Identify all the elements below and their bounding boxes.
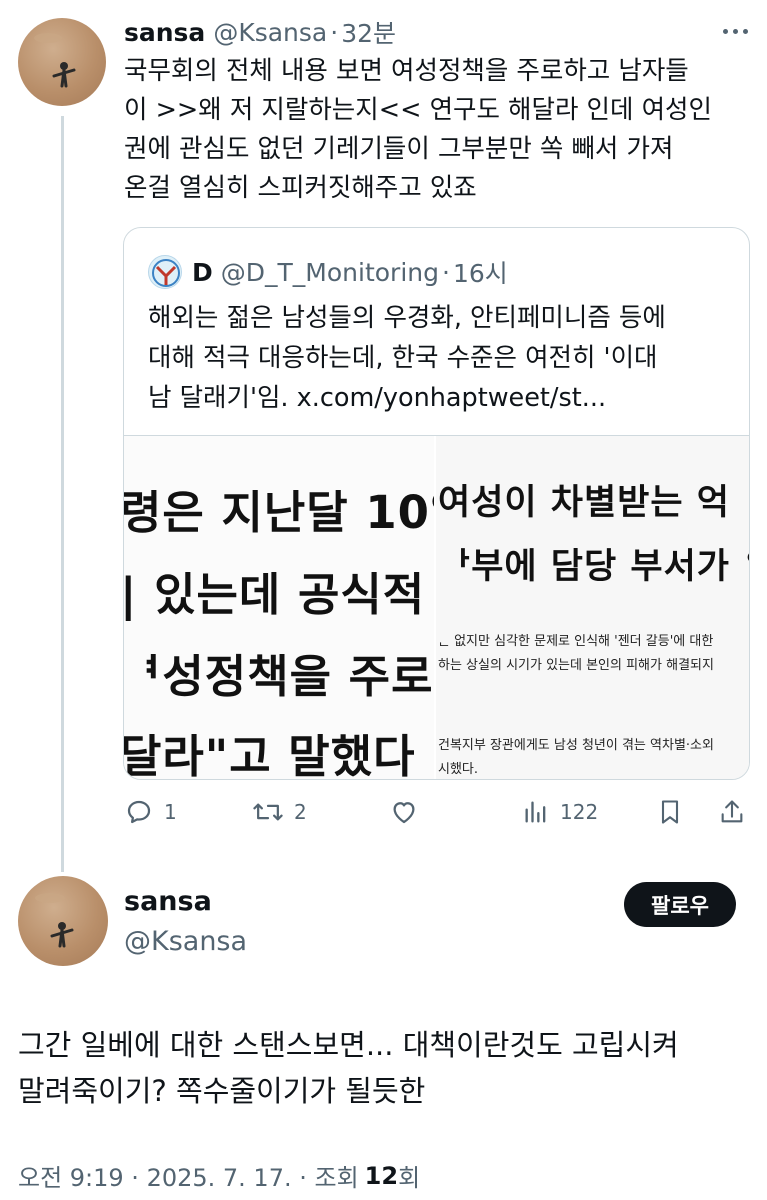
- image-text-line: ᅧ성정책을 주로: [124, 650, 434, 703]
- follow-button[interactable]: 팔로우: [624, 882, 736, 927]
- user-handle[interactable]: @Ksansa: [124, 926, 247, 957]
- like-icon: [393, 802, 415, 824]
- thread-line: [61, 116, 64, 872]
- tweet-header: sansa @Ksansa · 32분: [124, 14, 396, 50]
- image-text-line: ᅡ부에 담당 부서가 ᄋ: [438, 547, 750, 587]
- quote-header: D @D_T_Monitoring · 16시: [148, 254, 508, 290]
- reply-count: 1: [164, 800, 177, 824]
- tweet-actions: 1 2 122: [124, 792, 754, 832]
- views-suffix: 회: [398, 1164, 421, 1192]
- user-handle[interactable]: @Ksansa: [213, 18, 327, 47]
- bookmark-button[interactable]: [656, 792, 684, 832]
- tweet-text: 그간 일베에 대한 스탠스보면... 대책이란것도 고립시켜 말려죽이기? 쪽수…: [18, 1028, 679, 1108]
- image-text-line: 하는 상실의 시기가 있는데 본인의 피해가 해결되지: [438, 658, 714, 673]
- image-text-line: ᆫ 없지만 심각한 문제로 인식해 '젠더 갈등'에 대한: [438, 634, 714, 649]
- avatar[interactable]: [18, 876, 108, 966]
- image-text-line: | 있는데 공식적: [124, 568, 426, 621]
- quote-text: 해외는 젊은 남성들의 우경화, 안티페미니즘 등에 대해 적극 대응하는데, …: [148, 303, 666, 413]
- display-name[interactable]: sansa: [124, 886, 212, 917]
- separator-dot: ·: [441, 257, 450, 287]
- views-button[interactable]: 122: [522, 792, 598, 832]
- image-text-line: 시했다.: [438, 762, 479, 777]
- quote-time[interactable]: 16시: [453, 254, 508, 290]
- separator-dot: ·: [330, 17, 339, 47]
- quote-handle[interactable]: @D_T_Monitoring: [221, 258, 439, 287]
- reply-icon: [127, 800, 151, 824]
- image-text-line: 건복지부 장관에게도 남성 청년이 겪는 역차별·소외: [438, 738, 714, 753]
- tweet-text: 국무회의 전체 내용 보면 여성정책을 주로하고 남자들 이 >>왜 저 지랄하…: [124, 56, 712, 203]
- image-text-line: 령은 지난달 10일: [124, 486, 434, 539]
- display-name[interactable]: sansa: [124, 18, 205, 47]
- retweet-button[interactable]: 2: [252, 792, 307, 832]
- tweet-meta: 오전 9:19 · 2025. 7. 17. · 조회 12 회: [18, 1158, 420, 1193]
- avatar[interactable]: [18, 18, 106, 106]
- like-button[interactable]: [388, 792, 430, 832]
- quote-display-name[interactable]: D: [192, 258, 213, 287]
- share-button[interactable]: [718, 792, 746, 832]
- views-number: 12: [364, 1161, 399, 1190]
- avatar-photo: [34, 33, 76, 88]
- quoted-tweet[interactable]: D @D_T_Monitoring · 16시 해외는 젊은 남성들의 우경화,…: [123, 227, 750, 780]
- quote-media[interactable]: 령은 지난달 10일 | 있는데 공식적 ᅧ성정책을 주로 달라"고 말했다 여…: [124, 435, 750, 780]
- bookmark-icon: [661, 800, 679, 824]
- image-text-line: 여성이 차별받는 억: [438, 483, 730, 523]
- views-icon: [525, 801, 546, 823]
- more-icon[interactable]: [715, 14, 755, 48]
- image-text-line: 달라"고 말했다: [124, 730, 416, 780]
- retweet-count: 2: [294, 800, 307, 824]
- news-image-left[interactable]: 령은 지난달 10일 | 있는데 공식적 ᅧ성정책을 주로 달라"고 말했다: [124, 436, 434, 780]
- quote-avatar-logo: [152, 259, 180, 287]
- reply-button[interactable]: 1: [124, 792, 177, 832]
- avatar-photo: [35, 893, 74, 948]
- views-count: 122: [560, 800, 599, 824]
- share-icon: [721, 800, 743, 823]
- tweet-time[interactable]: 32분: [341, 14, 396, 50]
- retweet-icon: [253, 803, 283, 821]
- quote-avatar[interactable]: [148, 255, 182, 289]
- timestamp[interactable]: 오전 9:19 · 2025. 7. 17. · 조회: [18, 1158, 359, 1193]
- news-image-right[interactable]: 여성이 차별받는 억 ᅡ부에 담당 부서가 ᄋ ᆫ 없지만 심각한 문제로 인식…: [436, 436, 750, 779]
